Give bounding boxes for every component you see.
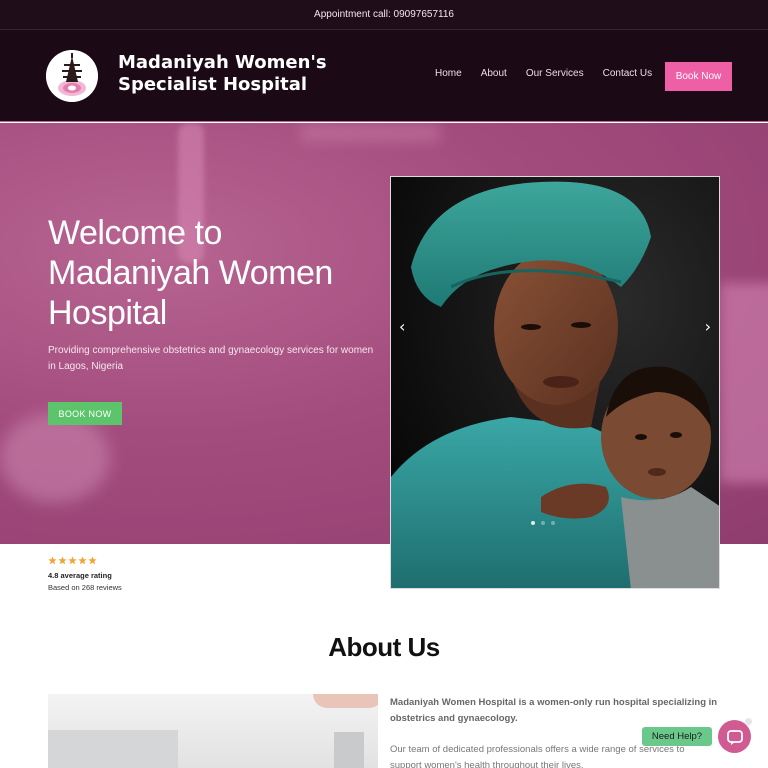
nav-our-services[interactable]: Our Services — [526, 68, 584, 79]
about-image-detail — [48, 730, 178, 768]
carousel-dot[interactable] — [531, 521, 535, 525]
hero-carousel[interactable]: ‹ › — [390, 176, 720, 589]
star-icon — [58, 556, 67, 565]
nav-home[interactable]: Home — [435, 68, 462, 79]
top-bar: Appointment call: 09097657116 — [0, 0, 768, 30]
about-heading: About Us — [328, 632, 440, 662]
rating-average: 4.8 average rating — [48, 571, 112, 580]
logo-icon — [46, 50, 98, 102]
appointment-phone[interactable]: Appointment call: 09097657116 — [314, 9, 454, 20]
hero-book-now-button[interactable]: BOOK NOW — [48, 402, 122, 425]
carousel-dot[interactable] — [551, 521, 555, 525]
hero-title: Welcome to Madaniyah Women Hospital — [48, 214, 333, 332]
need-help-label[interactable]: Need Help? — [642, 727, 712, 746]
site-header: Madaniyah Women's Specialist Hospital Ho… — [0, 30, 768, 122]
rating-count: Based on 268 reviews — [48, 583, 122, 592]
notification-badge — [745, 718, 752, 725]
nurse-with-baby-photo — [391, 177, 719, 588]
about-lead-text: Madaniyah Women Hospital is a women-only… — [390, 697, 718, 724]
hero-subtitle: Providing comprehensive obstetrics and g… — [48, 345, 374, 372]
chevron-right-icon[interactable]: › — [705, 317, 711, 336]
main-nav: Home About Our Services Contact Us — [435, 68, 671, 79]
hero-bg-shape — [720, 283, 768, 483]
about-image-detail — [334, 732, 364, 768]
chat-icon — [726, 729, 743, 745]
nav-about[interactable]: About — [481, 68, 507, 79]
about-image — [48, 694, 378, 768]
rating-widget: 4.8 average rating Based on 268 reviews — [48, 556, 122, 592]
star-icon — [68, 556, 77, 565]
book-now-button[interactable]: Book Now — [665, 62, 732, 91]
star-icon — [48, 556, 57, 565]
carousel-dots — [531, 521, 555, 525]
hospital-logo[interactable] — [46, 50, 98, 102]
star-icon — [78, 556, 87, 565]
carousel-dot[interactable] — [541, 521, 545, 525]
star-icon — [88, 556, 97, 565]
chevron-left-icon[interactable]: ‹ — [399, 317, 405, 336]
chat-button[interactable] — [718, 720, 751, 753]
about-image-detail — [313, 694, 378, 708]
nav-contact-us[interactable]: Contact Us — [603, 68, 652, 79]
star-rating — [48, 556, 122, 565]
site-title[interactable]: Madaniyah Women's Specialist Hospital — [118, 52, 428, 96]
hero-bg-shape — [0, 413, 110, 503]
hero-bg-shape — [300, 123, 440, 143]
